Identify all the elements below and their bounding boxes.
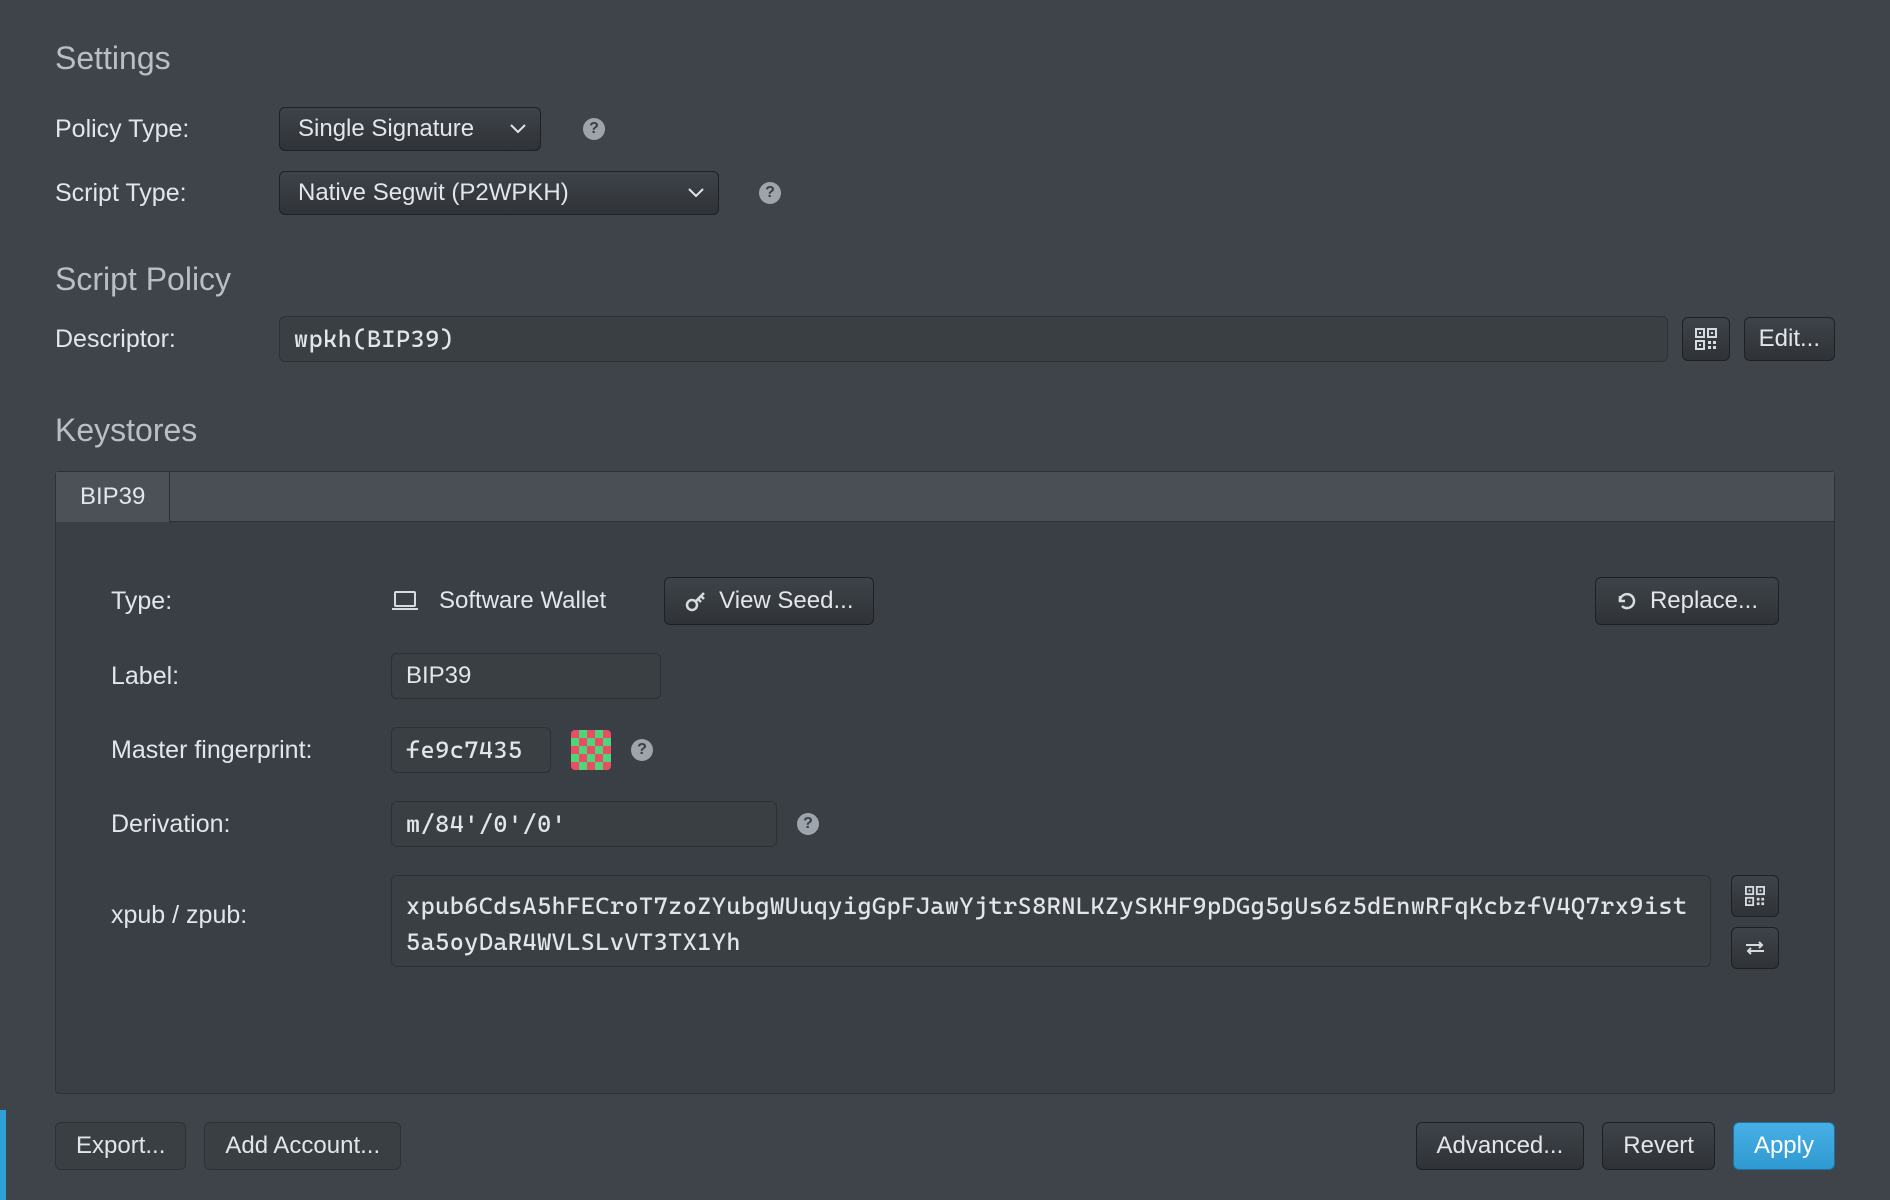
laptop-icon xyxy=(391,590,419,612)
advanced-button[interactable]: Advanced... xyxy=(1416,1122,1585,1170)
apply-button[interactable]: Apply xyxy=(1733,1122,1835,1170)
xpub-textarea[interactable]: xpub6CdsA5hFECroT7zoZYubgWUuqyigGpFJawYj… xyxy=(391,875,1711,967)
revert-button[interactable]: Revert xyxy=(1602,1122,1715,1170)
fingerprint-help-icon[interactable]: ? xyxy=(631,739,653,761)
fingerprint-input[interactable] xyxy=(391,727,551,773)
footer: Export... Add Account... Advanced... Rev… xyxy=(55,1094,1835,1200)
chevron-down-icon xyxy=(510,124,526,134)
replace-button[interactable]: Replace... xyxy=(1595,577,1779,625)
descriptor-label: Descriptor: xyxy=(55,325,265,354)
script-type-help-icon[interactable]: ? xyxy=(759,182,781,204)
chevron-down-icon xyxy=(688,188,704,198)
descriptor-input[interactable] xyxy=(279,316,1668,362)
keystore-label-label: Label: xyxy=(111,662,371,691)
descriptor-qr-button[interactable] xyxy=(1682,317,1730,361)
keystore-type-value: Software Wallet xyxy=(439,587,606,615)
derivation-label: Derivation: xyxy=(111,810,371,839)
keystore-type-label: Type: xyxy=(111,587,371,616)
xpub-switch-button[interactable] xyxy=(1731,927,1779,969)
fingerprint-identicon xyxy=(571,730,611,770)
tab-bip39[interactable]: BIP39 xyxy=(56,472,170,522)
policy-type-select[interactable]: Single Signature xyxy=(279,107,541,151)
descriptor-edit-button[interactable]: Edit... xyxy=(1744,317,1835,361)
policy-type-value: Single Signature xyxy=(298,115,474,143)
xpub-qr-button[interactable] xyxy=(1731,875,1779,917)
keystores-tabs: BIP39 Type: Software Wallet xyxy=(55,471,1835,1094)
xpub-label: xpub / zpub: xyxy=(111,875,371,930)
keystore-label-input[interactable] xyxy=(391,653,661,699)
script-type-label: Script Type: xyxy=(55,179,265,208)
export-button[interactable]: Export... xyxy=(55,1122,186,1170)
policy-type-label: Policy Type: xyxy=(55,115,265,144)
settings-heading: Settings xyxy=(55,40,1835,77)
script-type-value: Native Segwit (P2WPKH) xyxy=(298,179,569,207)
undo-icon xyxy=(1616,590,1638,612)
left-accent-bar xyxy=(0,1110,6,1200)
tabs-header: BIP39 xyxy=(56,472,1834,522)
script-type-select[interactable]: Native Segwit (P2WPKH) xyxy=(279,171,719,215)
add-account-button[interactable]: Add Account... xyxy=(204,1122,401,1170)
derivation-help-icon[interactable]: ? xyxy=(797,813,819,835)
qr-code-icon xyxy=(1745,886,1765,906)
fingerprint-label: Master fingerprint: xyxy=(111,736,371,765)
swap-icon xyxy=(1744,940,1766,956)
derivation-input[interactable] xyxy=(391,801,777,847)
script-policy-heading: Script Policy xyxy=(55,261,1835,298)
qr-code-icon xyxy=(1695,328,1717,350)
view-seed-button[interactable]: View Seed... xyxy=(664,577,874,625)
key-icon xyxy=(685,590,707,612)
policy-type-help-icon[interactable]: ? xyxy=(583,118,605,140)
keystores-heading: Keystores xyxy=(55,412,1835,449)
